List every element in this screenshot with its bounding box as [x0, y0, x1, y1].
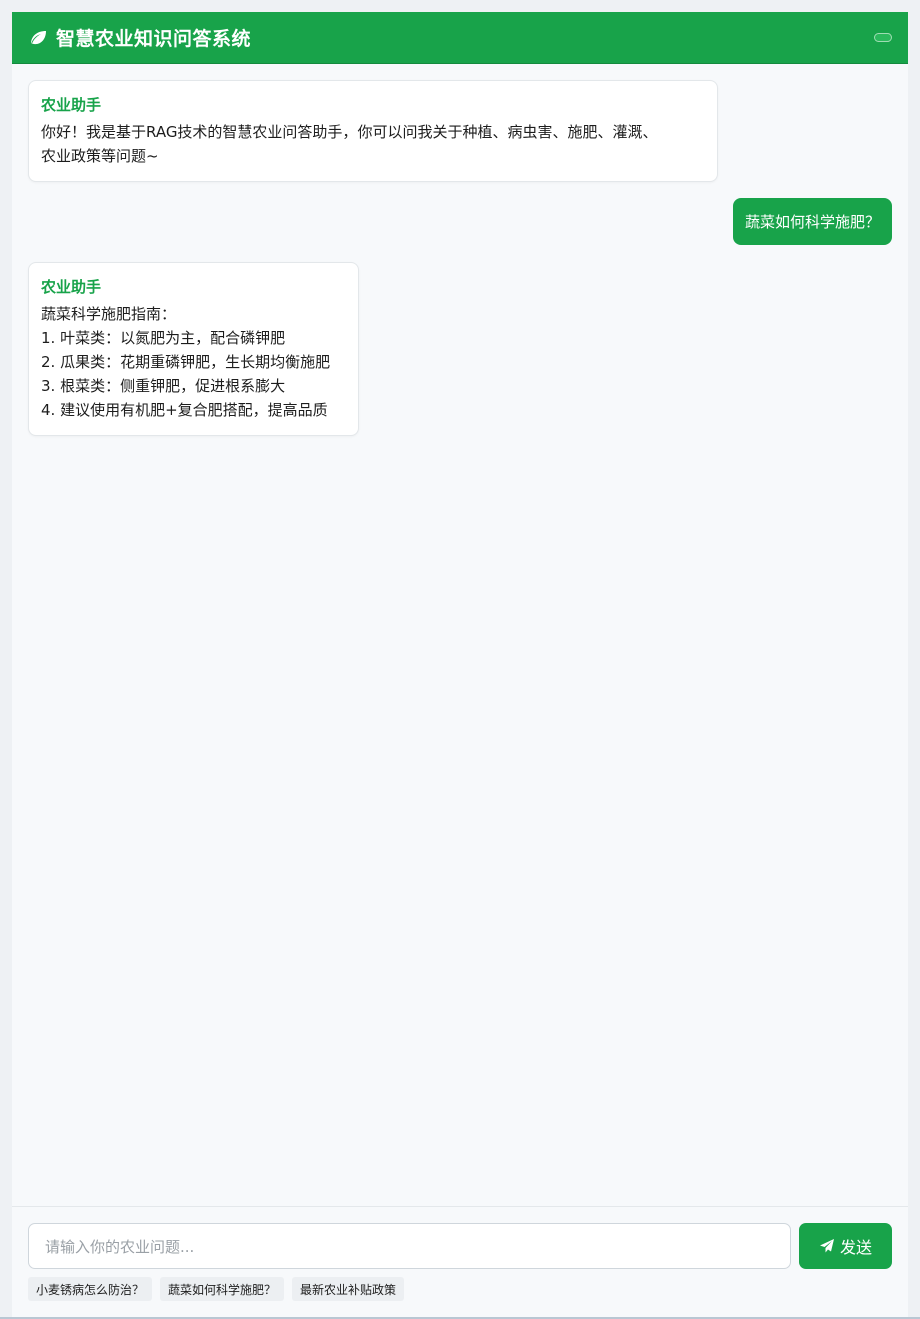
message-line: 2. 瓜果类：花期重磷钾肥，生长期均衡施肥: [41, 353, 331, 371]
paper-plane-icon: [819, 1238, 835, 1254]
message-line: 4. 建议使用有机肥+复合肥搭配，提高品质: [41, 401, 328, 419]
bot-message: 农业助手 蔬菜科学施肥指南： 1. 叶菜类：以氮肥为主，配合磷钾肥 2. 瓜果类…: [28, 262, 359, 436]
send-button[interactable]: 发送: [799, 1223, 892, 1269]
question-input[interactable]: 请输入你的农业问题...: [28, 1223, 791, 1269]
app-header: 智慧农业知识问答系统: [12, 12, 908, 64]
message-line: 3. 根菜类：侧重钾肥，促进根系膨大: [41, 377, 286, 395]
app-window: 智慧农业知识问答系统 农业助手 你好！我是基于RAG技术的智慧农业问答助手，你可…: [12, 12, 908, 1319]
send-button-label: 发送: [839, 1238, 872, 1257]
suggestion-chip[interactable]: 最新农业补贴政策: [292, 1277, 405, 1301]
leaf-icon: [28, 28, 48, 48]
message-line: 1. 叶菜类：以氮肥为主，配合磷钾肥: [41, 329, 286, 347]
message-sender: 农业助手: [41, 278, 102, 296]
message-line: 蔬菜科学施肥指南：: [41, 305, 177, 323]
suggestion-chip[interactable]: 蔬菜如何科学施肥？: [160, 1277, 285, 1301]
message-line: 你好！我是基于RAG技术的智慧农业问答助手，你可以问我关于种植、病虫害、施肥、灌…: [41, 123, 658, 141]
user-message: 蔬菜如何科学施肥？: [732, 198, 892, 245]
suggestion-chip[interactable]: 小麦锈病怎么防治？: [28, 1277, 153, 1301]
bot-message: 农业助手 你好！我是基于RAG技术的智慧农业问答助手，你可以问我关于种植、病虫害…: [28, 80, 718, 182]
app-title: 智慧农业知识问答系统: [56, 28, 252, 50]
input-area: 请输入你的农业问题... 发送 小麦锈病怎么防治？ 蔬菜如何科学施肥？ 最新农业…: [12, 1206, 908, 1319]
message-sender: 农业助手: [41, 96, 102, 114]
suggestion-list: 小麦锈病怎么防治？ 蔬菜如何科学施肥？ 最新农业补贴政策: [28, 1277, 405, 1301]
message-line: 农业政策等问题~: [41, 147, 159, 165]
menu-toggle-icon[interactable]: [874, 33, 892, 42]
